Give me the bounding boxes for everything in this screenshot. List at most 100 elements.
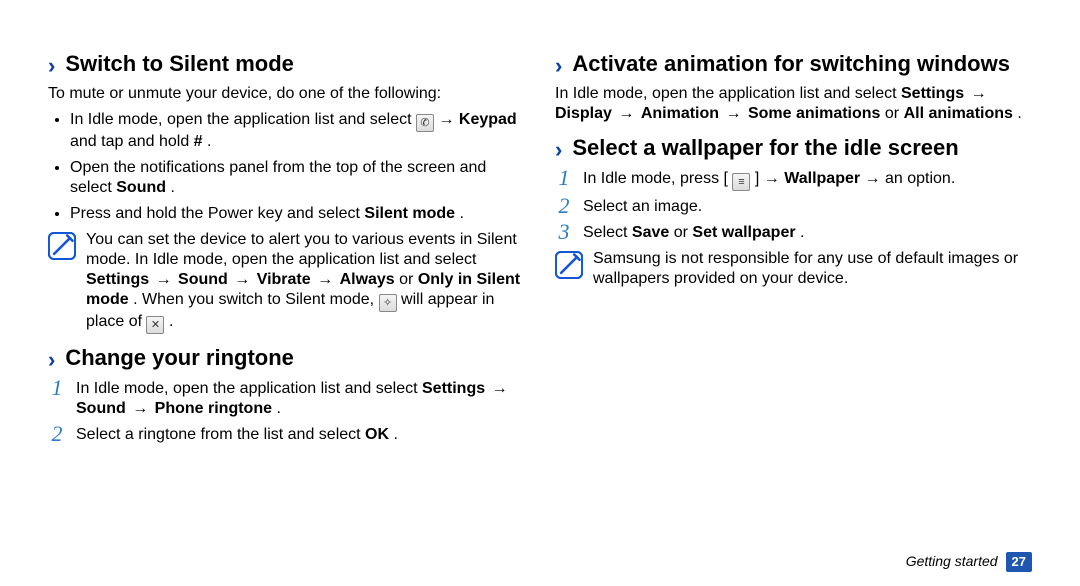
- text: .: [169, 313, 173, 330]
- page-number-badge: 27: [1006, 552, 1032, 572]
- page: › Switch to Silent mode To mute or unmut…: [0, 0, 1080, 586]
- note-body: You can set the device to alert you to v…: [86, 230, 525, 334]
- text: and tap and hold: [70, 133, 194, 150]
- list-item: In Idle mode, open the application list …: [70, 110, 525, 152]
- arrow-text: →: [616, 105, 640, 122]
- text: .: [170, 179, 174, 196]
- chevron-icon: ›: [555, 55, 562, 77]
- text: .: [207, 133, 211, 150]
- step-number: 2: [48, 423, 66, 445]
- menu-key-icon: [732, 173, 750, 191]
- bold-text: Phone ringtone: [155, 400, 272, 417]
- text: .: [1017, 105, 1021, 122]
- step-number: 3: [555, 221, 573, 243]
- text: or: [885, 105, 904, 122]
- list-item: Press and hold the Power key and select …: [70, 204, 525, 224]
- text: .: [460, 205, 464, 222]
- bold-text: Settings: [86, 271, 149, 288]
- list-item: Open the notifications panel from the to…: [70, 158, 525, 198]
- text: Press and hold the Power key and select: [70, 205, 364, 222]
- mute-icon: [146, 316, 164, 334]
- text: . When you switch to Silent mode,: [133, 291, 378, 308]
- chevron-icon: ›: [48, 55, 55, 77]
- page-footer: Getting started 27: [906, 552, 1032, 572]
- step-row: 2 Select a ringtone from the list and se…: [48, 423, 525, 445]
- step-body: Select Save or Set wallpaper .: [583, 221, 1032, 243]
- footer-section: Getting started: [906, 553, 998, 571]
- bold-text: Animation: [641, 105, 719, 122]
- bold-text: Keypad: [459, 111, 517, 128]
- arrow-text: →: [154, 271, 178, 288]
- bold-text: Sound: [76, 400, 126, 417]
- step-row: 2 Select an image.: [555, 195, 1032, 217]
- step-number: 1: [555, 167, 573, 189]
- bold-text: Wallpaper: [784, 170, 860, 187]
- text: or: [674, 224, 693, 241]
- section-title: Activate animation for switching windows: [572, 50, 1010, 78]
- step-number: 2: [555, 195, 573, 217]
- chevron-icon: ›: [48, 349, 55, 371]
- step-row: 1 In Idle mode, open the application lis…: [48, 377, 525, 419]
- paragraph: In Idle mode, open the application list …: [555, 84, 1032, 124]
- text: Select: [583, 224, 632, 241]
- text: → an option.: [865, 170, 956, 187]
- bold-text: OK: [365, 426, 389, 443]
- step-body: In Idle mode, open the application list …: [76, 377, 525, 419]
- bold-text: #: [194, 133, 203, 150]
- text: .: [800, 224, 804, 241]
- bold-text: Sound: [116, 179, 166, 196]
- bold-text: Some animations: [748, 105, 880, 122]
- arrow-text: →: [315, 271, 339, 288]
- text: You can set the device to alert you to v…: [86, 231, 517, 268]
- text: .: [394, 426, 398, 443]
- step-body: Select a ringtone from the list and sele…: [76, 423, 525, 445]
- section-heading-ringtone: › Change your ringtone: [48, 344, 525, 372]
- right-column: › Activate animation for switching windo…: [555, 40, 1032, 586]
- section-title: Switch to Silent mode: [65, 50, 294, 78]
- text: or: [399, 271, 418, 288]
- step-row: 1 In Idle mode, press [ ] → Wallpaper → …: [555, 167, 1032, 191]
- step-body: In Idle mode, press [ ] → Wallpaper → an…: [583, 167, 1032, 191]
- section-heading-wallpaper: › Select a wallpaper for the idle screen: [555, 134, 1032, 162]
- note-box: Samsung is not responsible for any use o…: [555, 249, 1032, 289]
- bold-text: Always: [340, 271, 395, 288]
- bold-text: Settings: [901, 85, 964, 102]
- text: In Idle mode, open the application list …: [70, 111, 416, 128]
- phone-icon: [416, 114, 434, 132]
- vibrate-icon: [379, 294, 397, 312]
- bold-text: Save: [632, 224, 669, 241]
- bold-text: Sound: [178, 271, 228, 288]
- bold-text: Display: [555, 105, 612, 122]
- chevron-icon: ›: [555, 139, 562, 161]
- text: In Idle mode, open the application list …: [555, 85, 901, 102]
- arrow-text: →: [490, 380, 510, 397]
- section-heading-animation: › Activate animation for switching windo…: [555, 50, 1032, 78]
- text: In Idle mode, press [: [583, 170, 728, 187]
- arrow-text: →: [438, 111, 458, 128]
- arrow-text: →: [724, 105, 748, 122]
- step-body: Select an image.: [583, 195, 1032, 217]
- arrow-text: →: [232, 271, 256, 288]
- bullet-list: In Idle mode, open the application list …: [48, 110, 525, 224]
- note-body: Samsung is not responsible for any use o…: [593, 249, 1032, 289]
- intro-text: To mute or unmute your device, do one of…: [48, 84, 525, 104]
- note-icon: [555, 251, 583, 279]
- text: In Idle mode, open the application list …: [76, 380, 422, 397]
- note-box: You can set the device to alert you to v…: [48, 230, 525, 334]
- left-column: › Switch to Silent mode To mute or unmut…: [48, 40, 525, 586]
- text: ] →: [755, 170, 784, 187]
- arrow-text: →: [130, 400, 154, 417]
- bold-text: Silent mode: [364, 205, 455, 222]
- step-row: 3 Select Save or Set wallpaper .: [555, 221, 1032, 243]
- step-number: 1: [48, 377, 66, 399]
- section-title: Select a wallpaper for the idle screen: [572, 134, 958, 162]
- note-icon: [48, 232, 76, 260]
- bold-text: Set wallpaper: [692, 224, 795, 241]
- bold-text: Settings: [422, 380, 485, 397]
- text: Select a ringtone from the list and sele…: [76, 426, 365, 443]
- section-heading-silent: › Switch to Silent mode: [48, 50, 525, 78]
- bold-text: All animations: [904, 105, 1013, 122]
- section-title: Change your ringtone: [65, 344, 294, 372]
- arrow-text: →: [969, 85, 989, 102]
- bold-text: Vibrate: [257, 271, 311, 288]
